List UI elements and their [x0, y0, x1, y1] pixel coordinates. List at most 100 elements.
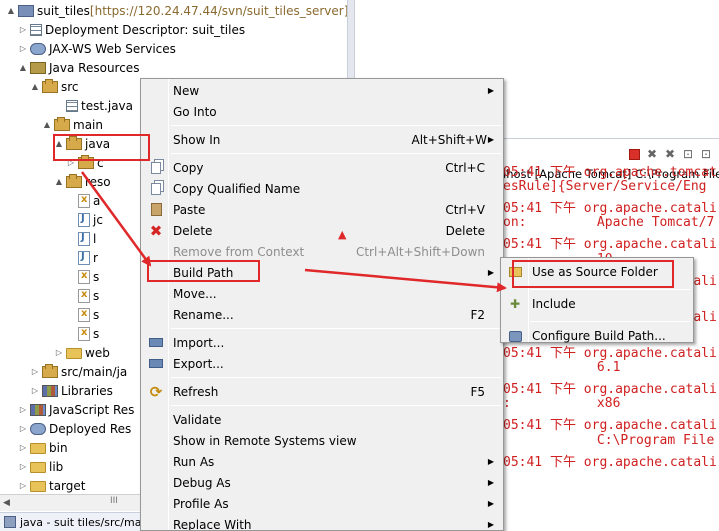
tree-item[interactable]: s	[65, 305, 99, 324]
menu-item-export[interactable]: Export...	[143, 353, 501, 374]
tree-item[interactable]: ▷ Deployed Res	[17, 419, 131, 438]
menu-item-run-as[interactable]: Run As ▶	[143, 451, 501, 472]
java-resources-icon	[30, 61, 46, 74]
remove-all-button[interactable]: ✖	[663, 147, 677, 161]
submenu-item-include[interactable]: ✚ Include	[503, 293, 691, 315]
menu-item-debug-as[interactable]: Debug As ▶	[143, 472, 501, 493]
scroll-left-icon[interactable]: ◀	[3, 498, 10, 508]
folder-icon	[30, 443, 46, 454]
libraries-icon	[42, 384, 58, 397]
tree-item[interactable]: s	[65, 286, 99, 305]
terminate-button[interactable]	[627, 147, 641, 161]
collapse-icon[interactable]: ▲	[53, 139, 65, 148]
tree-item[interactable]: ▲ suit_tiles [https://120.24.47.44/svn/su…	[5, 1, 347, 20]
menu-item-build-path[interactable]: Build Path ▶	[143, 262, 501, 283]
menu-icon-slot	[507, 328, 523, 344]
menu-item-rename[interactable]: Rename... F2	[143, 304, 501, 325]
console-line: C:\Program File	[503, 432, 715, 448]
expand-icon[interactable]: ▷	[17, 405, 29, 414]
collapse-icon[interactable]: ▲	[41, 120, 53, 129]
tree-item[interactable]: s	[65, 267, 99, 286]
pin-console-button[interactable]: ⊡	[699, 147, 713, 161]
console-line: 05:41 下午 org.apache.catali	[503, 237, 717, 253]
tree-item[interactable]: l	[65, 229, 96, 248]
menu-item-paste[interactable]: Paste Ctrl+V	[143, 199, 501, 220]
menu-item-label: Validate	[173, 412, 222, 427]
tree-item[interactable]: ▷ src/main/ja	[29, 362, 127, 381]
console-line: : x86	[503, 396, 621, 412]
expand-icon[interactable]: ▷	[65, 158, 77, 167]
menu-item-label: Use as Source Folder	[532, 265, 658, 279]
xml-file-icon	[78, 326, 90, 341]
tree-item[interactable]: ▷ target	[17, 476, 86, 495]
tree-item[interactable]: ▷ Libraries	[29, 381, 113, 400]
tree-item[interactable]: s	[65, 324, 99, 343]
submenu-item-configure-build-path[interactable]: Configure Build Path...	[503, 325, 691, 347]
tree-item-label: Libraries	[61, 383, 113, 398]
menu-item-replace-with[interactable]: Replace With ▶	[143, 514, 501, 531]
cursor-marker: ▲	[338, 228, 347, 241]
expand-icon[interactable]: ▷	[29, 367, 41, 376]
tree-item[interactable]: ▲ java	[53, 134, 110, 153]
menu-item-new[interactable]: New ▶	[143, 80, 501, 101]
menu-item-move[interactable]: Move...	[143, 283, 501, 304]
menu-item-delete[interactable]: ✖ Delete Delete	[143, 220, 501, 241]
menu-item-label: Debug As	[173, 475, 231, 490]
tree-item[interactable]: jc	[65, 210, 103, 229]
tree-item[interactable]: ▷ JavaScript Res	[17, 400, 134, 419]
scroll-thumb[interactable]: III	[110, 496, 118, 506]
tree-item-label: java	[85, 136, 111, 151]
expand-icon[interactable]: ▷	[17, 481, 29, 490]
menu-item-profile-as[interactable]: Profile As ▶	[143, 493, 501, 514]
tree-item[interactable]: ▲ reso	[53, 172, 111, 191]
tree-item[interactable]: ▷ c	[65, 153, 104, 172]
menu-separator	[171, 125, 501, 126]
tree-item[interactable]: ▲ Java Resources	[17, 58, 140, 77]
menu-item-copy-qualified-name[interactable]: Copy Qualified Name	[143, 178, 501, 199]
expand-icon[interactable]: ▷	[17, 424, 29, 433]
menu-icon-slot: ✚	[507, 296, 523, 312]
tree-item[interactable]: ▲ src	[29, 77, 79, 96]
tree-item[interactable]: ▷ JAX-WS Web Services	[17, 39, 176, 58]
expand-icon[interactable]: ▷	[17, 462, 29, 471]
tree-item[interactable]: test.java	[53, 96, 133, 115]
menu-item-label: Paste	[173, 202, 206, 217]
menu-item-import[interactable]: Import...	[143, 332, 501, 353]
expand-icon[interactable]: ▷	[17, 443, 29, 452]
tree-item[interactable]: a	[65, 191, 100, 210]
console-line: 6.1	[503, 360, 621, 376]
tree-item[interactable]: ▷ web	[53, 343, 110, 362]
submenu-arrow-icon: ▶	[487, 86, 494, 95]
tree-item[interactable]: ▷ lib	[17, 457, 63, 476]
expand-icon[interactable]: ▷	[53, 348, 65, 357]
collapse-icon[interactable]: ▲	[17, 63, 29, 72]
menu-item-go-into[interactable]: Go Into	[143, 101, 501, 122]
menu-icon-slot	[148, 181, 164, 196]
configure-build-path-icon	[508, 330, 522, 342]
menu-icon-slot: ✖	[148, 222, 164, 240]
menu-item-refresh[interactable]: ⟳ Refresh F5	[143, 381, 501, 402]
remove-launch-button[interactable]: ✖	[645, 147, 659, 161]
menu-item-show-remote-systems[interactable]: Show in Remote Systems view	[143, 430, 501, 451]
submenu-item-use-as-source-folder[interactable]: Use as Source Folder	[503, 261, 691, 283]
menu-item-show-in[interactable]: Show In Alt+Shift+W ▶	[143, 129, 501, 150]
javascript-resources-icon	[30, 403, 46, 416]
collapse-icon[interactable]: ▲	[5, 6, 17, 15]
menu-icon-slot: ⟳	[148, 383, 164, 401]
menu-item-copy[interactable]: Copy Ctrl+C	[143, 157, 501, 178]
scroll-lock-button[interactable]: ⊡	[681, 147, 695, 161]
tree-item[interactable]: ▷ Deployment Descriptor: suit_tiles	[17, 20, 245, 39]
collapse-icon[interactable]: ▲	[53, 177, 65, 186]
tree-item[interactable]: r	[65, 248, 98, 267]
collapse-icon[interactable]: ▲	[29, 82, 41, 91]
expand-icon[interactable]: ▷	[29, 386, 41, 395]
tree-item[interactable]: ▲ main	[41, 115, 103, 134]
menu-item-shortcut: Ctrl+C	[445, 160, 485, 175]
menu-item-shortcut: Ctrl+Alt+Shift+Down	[355, 244, 485, 259]
menu-item-validate[interactable]: Validate	[143, 409, 501, 430]
expand-icon[interactable]: ▷	[17, 25, 29, 34]
copy-icon	[151, 161, 161, 174]
tree-item-label: s	[93, 269, 100, 284]
tree-item[interactable]: ▷ bin	[17, 438, 68, 457]
expand-icon[interactable]: ▷	[17, 44, 29, 53]
